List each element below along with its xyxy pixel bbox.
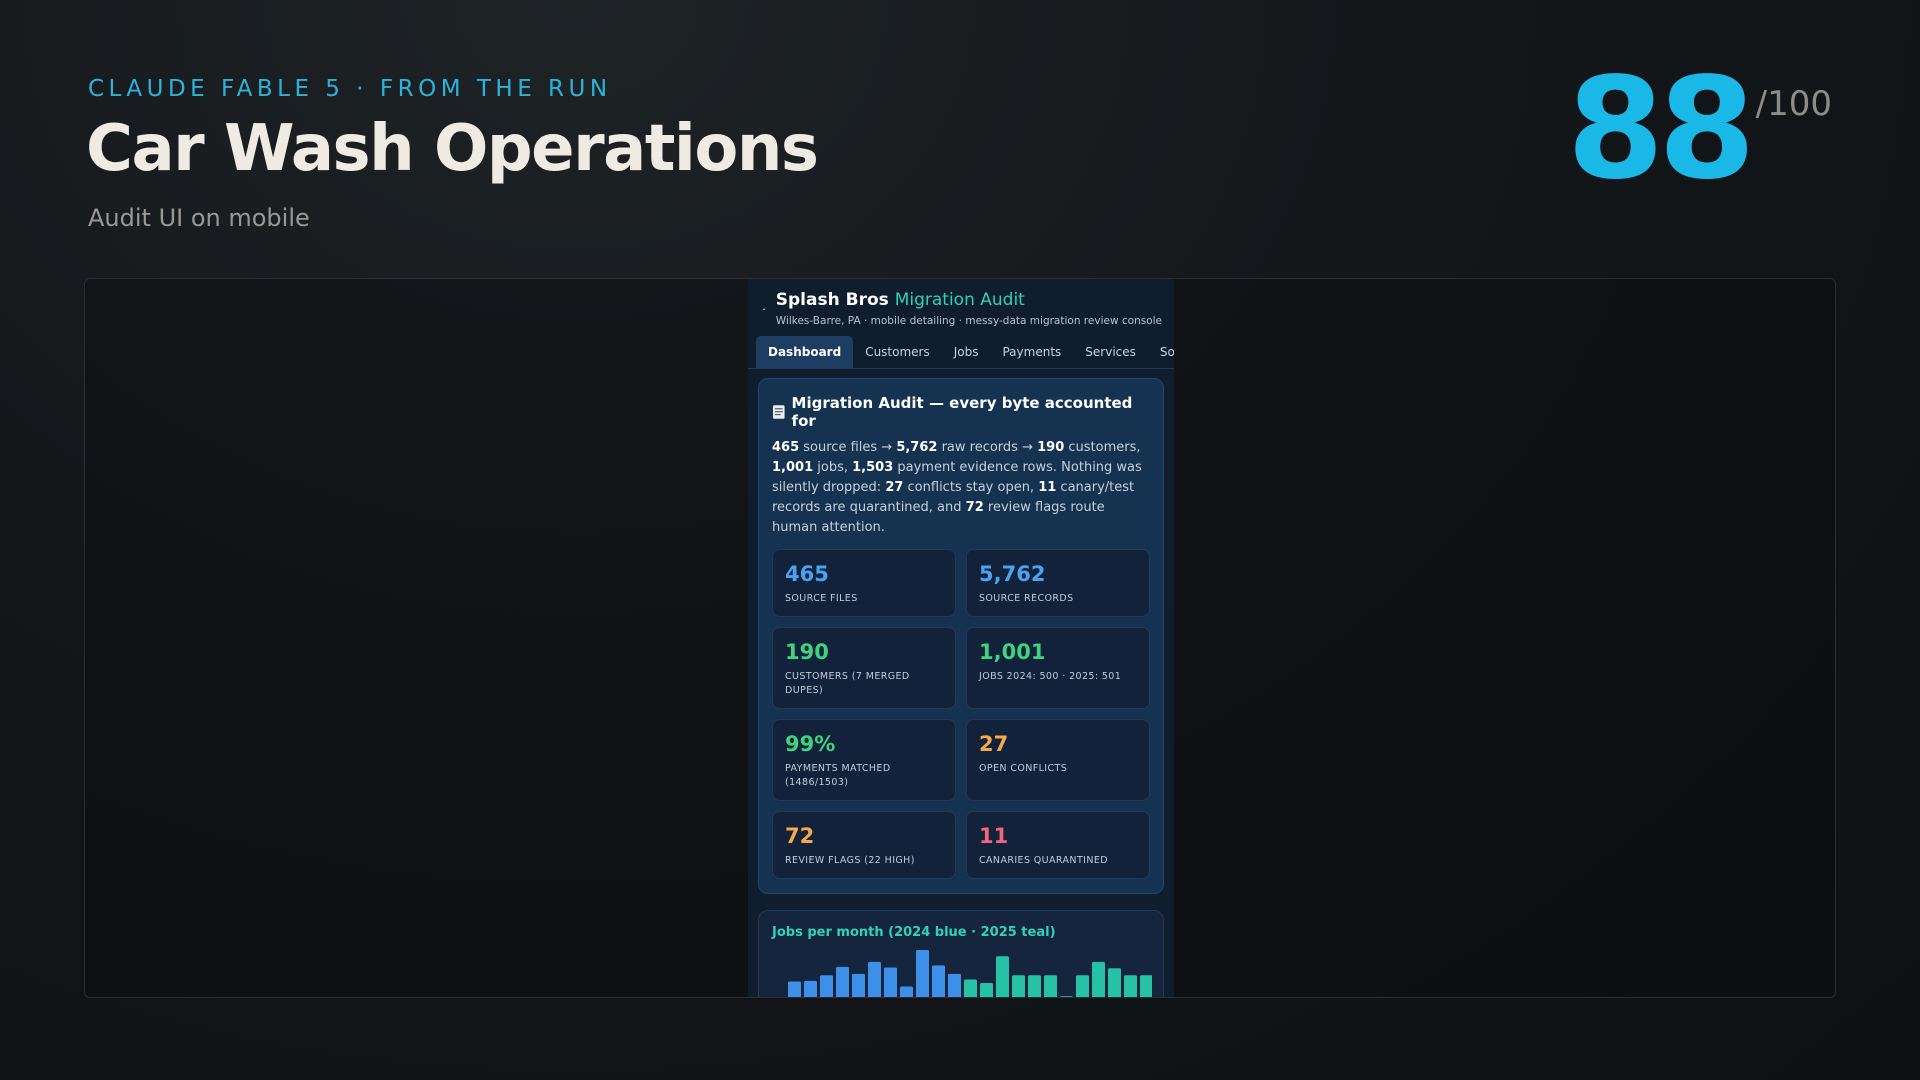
app-title: Splash Bros Migration Audit xyxy=(776,290,1162,310)
summary-text: conflicts stay open, xyxy=(903,480,1039,495)
bar-2024-6 xyxy=(852,973,865,997)
stat-card-canaries: 11 CANARIES QUARANTINED xyxy=(966,811,1150,879)
bar-2025-4 xyxy=(1012,975,1025,997)
bar-2024-8 xyxy=(884,967,897,997)
stat-value: 1,001 xyxy=(979,640,1046,664)
jobs-chart-card: Jobs per month (2024 blue · 2025 teal) xyxy=(758,910,1164,997)
stat-value: 11 xyxy=(979,824,1009,848)
summary-text: jobs, xyxy=(813,460,853,475)
bar-2025-5 xyxy=(1028,975,1041,997)
bar-2025-8 xyxy=(1076,975,1089,997)
stat-label: REVIEW FLAGS (22 HIGH) xyxy=(785,855,915,866)
summary-text: customers, xyxy=(1064,440,1141,455)
stat-label: OPEN CONFLICTS xyxy=(979,763,1068,774)
bar-2025-2 xyxy=(980,982,993,997)
bar-2024-9 xyxy=(900,986,913,997)
bar-2024-2 xyxy=(788,981,801,997)
tab-services[interactable]: Services xyxy=(1073,336,1148,368)
app-tagline: Wilkes-Barre, PA · mobile detailing · me… xyxy=(775,315,1162,327)
bar-2024-5 xyxy=(836,966,849,997)
stat-label: JOBS 2024: 500 · 2025: 501 xyxy=(979,671,1122,682)
app-name: Splash Bros xyxy=(775,290,889,310)
stat-card-jobs: 1,001 JOBS 2024: 500 · 2025: 501 xyxy=(966,627,1150,709)
summary-canaries: 11 xyxy=(1038,480,1057,495)
summary-text: source files → xyxy=(799,440,897,455)
slide-subtitle: Audit UI on mobile xyxy=(88,204,310,232)
app-name-accent: Migration Audit xyxy=(894,290,1025,310)
bar-2024-12 xyxy=(948,973,961,997)
tab-bar: Dashboard Customers Jobs Payments Servic… xyxy=(748,336,1174,369)
bar-2025-1 xyxy=(964,979,977,997)
stat-label: PAYMENTS MATCHED (1486/1503) xyxy=(785,763,891,788)
bar-2024-11 xyxy=(932,965,945,997)
bar-2024-3 xyxy=(804,980,817,997)
summary-customers: 190 xyxy=(1037,440,1065,455)
summary-conflicts: 27 xyxy=(885,480,904,495)
bar-2025-3 xyxy=(996,956,1009,997)
tab-truncated[interactable]: So xyxy=(1148,336,1174,368)
tab-dashboard[interactable]: Dashboard xyxy=(756,336,854,368)
stat-value: 27 xyxy=(979,732,1009,756)
slide-title: Car Wash Operations xyxy=(86,112,819,186)
stat-card-open-conflicts: 27 OPEN CONFLICTS xyxy=(966,719,1150,801)
app-header: Splash Bros Migration Audit Wilkes-Barre… xyxy=(748,279,1174,327)
score: 88 /100 xyxy=(1567,60,1832,200)
stat-card-source-files: 465 SOURCE FILES xyxy=(772,549,956,617)
score-denominator: /100 xyxy=(1755,84,1832,124)
bar-2025-7 xyxy=(1060,996,1073,997)
audit-card: Migration Audit — every byte accounted f… xyxy=(758,378,1164,894)
bar-2024-7 xyxy=(868,961,881,997)
stat-label: CUSTOMERS (7 MERGED DUPES) xyxy=(785,671,910,696)
screenshot-frame: Splash Bros Migration Audit Wilkes-Barre… xyxy=(84,278,1836,998)
tab-jobs[interactable]: Jobs xyxy=(942,336,991,368)
stat-label: SOURCE FILES xyxy=(785,593,858,604)
bar-2025-6 xyxy=(1044,975,1057,997)
jobs-per-month-chart xyxy=(788,950,1152,997)
tab-payments[interactable]: Payments xyxy=(990,336,1073,368)
slide-eyebrow: CLAUDE FABLE 5 · FROM THE RUN xyxy=(88,76,612,102)
car-wash-logo-icon xyxy=(762,307,766,311)
summary-raw-records: 5,762 xyxy=(896,440,938,455)
stat-value: 72 xyxy=(785,824,815,848)
stat-value: 190 xyxy=(785,640,829,664)
document-icon xyxy=(772,405,785,419)
bar-2025-10 xyxy=(1108,968,1121,997)
summary-review-flags: 72 xyxy=(965,500,984,515)
stat-label: CANARIES QUARANTINED xyxy=(979,855,1108,866)
stat-card-customers: 190 CUSTOMERS (7 MERGED DUPES) xyxy=(772,627,956,709)
bar-2024-10 xyxy=(916,950,929,997)
bar-2025-9 xyxy=(1092,961,1105,997)
tab-customers[interactable]: Customers xyxy=(853,336,942,368)
chart-title: Jobs per month (2024 blue · 2025 teal) xyxy=(772,925,1056,940)
score-value: 88 xyxy=(1566,48,1756,211)
stat-value: 465 xyxy=(785,562,829,586)
audit-summary: 465 source files → 5,762 raw records → 1… xyxy=(772,438,1150,538)
mobile-app-screen: Splash Bros Migration Audit Wilkes-Barre… xyxy=(748,279,1174,997)
bar-2025-11 xyxy=(1124,975,1137,997)
summary-source-files: 465 xyxy=(772,440,800,455)
audit-heading: Migration Audit — every byte accounted f… xyxy=(772,394,1150,430)
stat-card-source-records: 5,762 SOURCE RECORDS xyxy=(966,549,1150,617)
stats-grid: 465 SOURCE FILES 5,762 SOURCE RECORDS 19… xyxy=(772,549,1150,879)
summary-text: raw records → xyxy=(937,440,1038,455)
stat-label: SOURCE RECORDS xyxy=(979,593,1074,604)
stat-card-review-flags: 72 REVIEW FLAGS (22 HIGH) xyxy=(772,811,956,879)
audit-title: Migration Audit — every byte accounted f… xyxy=(791,394,1133,430)
summary-jobs: 1,001 xyxy=(772,460,814,475)
bar-2024-4 xyxy=(820,975,833,997)
stat-card-payments-matched: 99% PAYMENTS MATCHED (1486/1503) xyxy=(772,719,956,801)
stat-value: 99% xyxy=(785,732,836,756)
bar-2025-12 xyxy=(1140,975,1152,997)
summary-payment-rows: 1,503 xyxy=(852,460,894,475)
stat-value: 5,762 xyxy=(979,562,1046,586)
